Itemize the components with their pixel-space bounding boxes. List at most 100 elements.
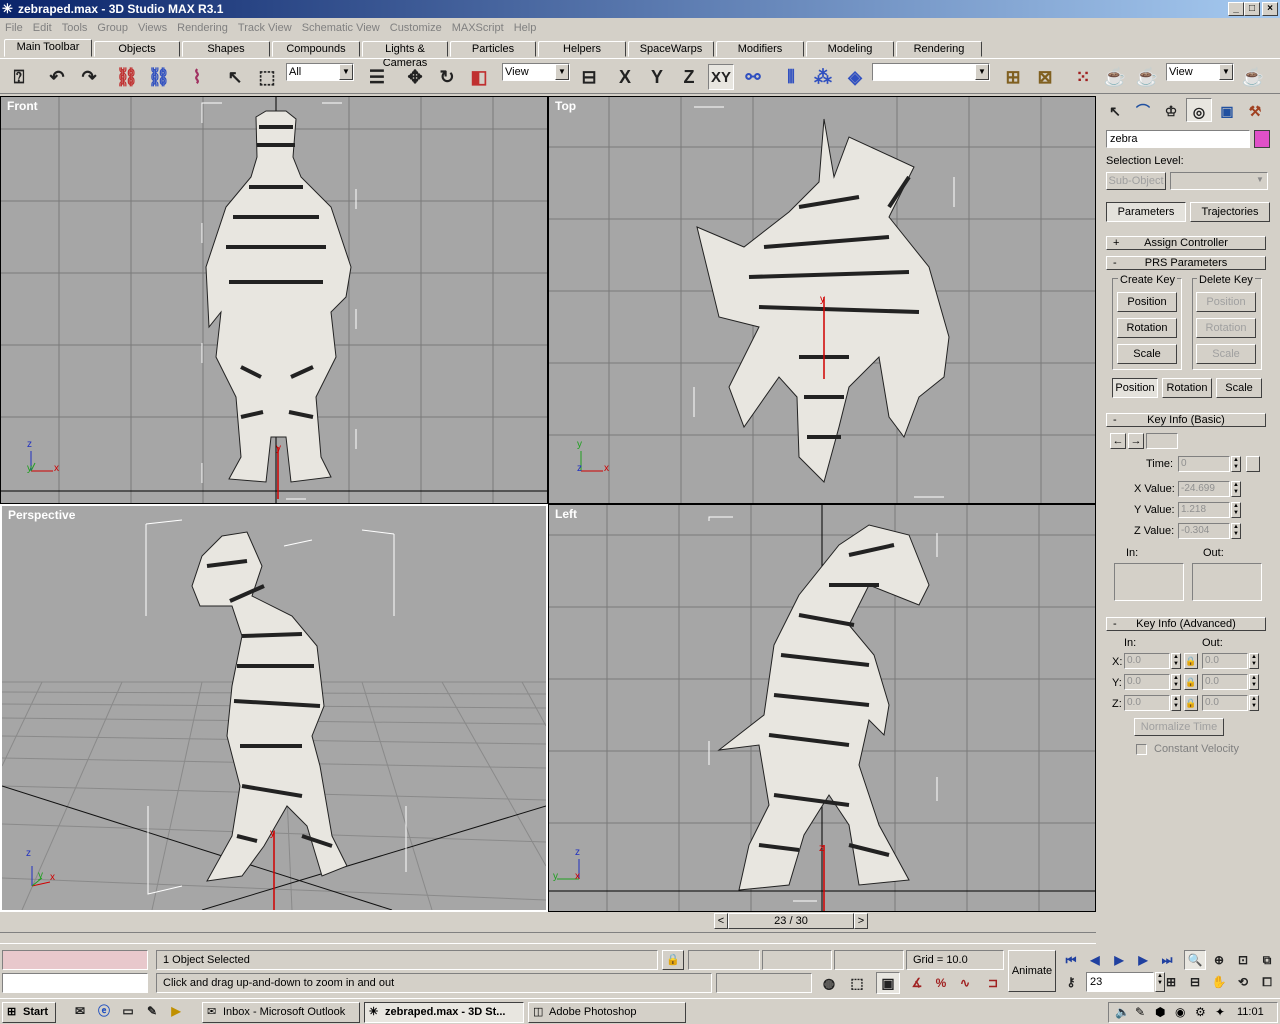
maximize-button[interactable]: □: [1244, 2, 1260, 16]
spinner-arrows-icon[interactable]: ▲ ▼: [1249, 653, 1259, 669]
spinner-arrows-icon[interactable]: ▲ ▼: [1249, 695, 1259, 711]
angle-snap-icon[interactable]: ∡: [906, 972, 928, 994]
out-tangent-button[interactable]: [1192, 563, 1262, 601]
task-outlook[interactable]: ✉ Inbox - Microsoft Outlook: [202, 1002, 360, 1023]
quicklaunch-desktop-icon[interactable]: ▭: [118, 1001, 138, 1021]
key-mode-icon[interactable]: ⚷: [1060, 972, 1082, 992]
track-view-icon[interactable]: ⊞: [1000, 64, 1026, 90]
window-crossing-icon[interactable]: ⊐: [982, 972, 1004, 994]
constant-velocity-checkbox[interactable]: [1136, 744, 1147, 755]
viewport-label[interactable]: Top: [555, 99, 576, 113]
previous-key-button[interactable]: ←: [1110, 433, 1126, 449]
arc-rotate-icon[interactable]: ⟲: [1232, 972, 1254, 992]
delete-scale-key-button[interactable]: Scale: [1196, 344, 1256, 364]
pan-icon[interactable]: ✋: [1208, 972, 1230, 992]
menu-tools[interactable]: Tools: [57, 19, 93, 38]
advanced-x-in-spinner[interactable]: 0.0: [1124, 653, 1170, 669]
play-icon[interactable]: ▶: [1108, 950, 1130, 970]
create-rotation-key-button[interactable]: Rotation: [1117, 318, 1177, 338]
schematic-view-icon[interactable]: ⊠: [1032, 64, 1058, 90]
lock-icon[interactable]: 🔒: [1184, 653, 1198, 669]
scale-track-button[interactable]: Scale: [1216, 378, 1262, 398]
position-track-button[interactable]: Position: [1112, 378, 1158, 398]
current-frame-field[interactable]: 23: [1086, 972, 1154, 992]
spinner-arrows-icon[interactable]: ▲ ▼: [1231, 481, 1241, 497]
tab-rendering[interactable]: Rendering: [896, 41, 982, 57]
tray-app-icon[interactable]: ◉: [1175, 1005, 1185, 1019]
spinner-arrows-icon[interactable]: ▲ ▼: [1171, 674, 1181, 690]
degradation-override-icon[interactable]: ⬚: [846, 972, 868, 994]
quicklaunch-ie-icon[interactable]: ⓔ: [94, 1001, 114, 1021]
spinner-arrows-icon[interactable]: ▲ ▼: [1249, 674, 1259, 690]
spinner-arrows-icon[interactable]: ▲ ▼: [1231, 456, 1241, 472]
quicklaunch-media-icon[interactable]: ▶: [166, 1001, 186, 1021]
time-slider-prev-button[interactable]: <: [714, 913, 728, 929]
tray-app-icon[interactable]: ✦: [1215, 1005, 1225, 1019]
region-zoom-icon[interactable]: ⊟: [1184, 972, 1206, 992]
hierarchy-tab-icon[interactable]: ♔: [1158, 98, 1184, 122]
spinner-arrows-icon[interactable]: ▲ ▼: [1171, 695, 1181, 711]
move-icon[interactable]: ✥: [402, 64, 428, 90]
spinner-snap-icon[interactable]: ∿: [954, 972, 976, 994]
track-bar[interactable]: [0, 932, 1096, 944]
crossing-selection-icon[interactable]: ◍: [818, 972, 840, 994]
restrict-x-button[interactable]: X: [612, 64, 638, 90]
x-coordinate-field[interactable]: [688, 950, 760, 970]
maxscript-input-mini[interactable]: [2, 973, 148, 993]
select-by-name-icon[interactable]: ☰: [364, 64, 390, 90]
redo-icon[interactable]: ↷: [76, 64, 102, 90]
sub-object-dropdown[interactable]: ▼: [1170, 172, 1268, 190]
select-link-icon[interactable]: ⛓: [114, 64, 140, 90]
go-to-start-icon[interactable]: ⏮: [1060, 950, 1082, 970]
quicklaunch-outlook-icon[interactable]: ✉: [70, 1001, 90, 1021]
advanced-x-out-spinner[interactable]: 0.0: [1202, 653, 1248, 669]
tab-spacewarps[interactable]: SpaceWarps: [628, 41, 714, 57]
array-icon[interactable]: ⁂: [810, 64, 836, 90]
zoom-extents-icon[interactable]: ⊡: [1232, 950, 1254, 970]
assign-controller-rollout[interactable]: + Assign Controller: [1106, 236, 1266, 250]
viewport-front[interactable]: y Front z y x: [0, 96, 548, 504]
time-lock-button[interactable]: [1246, 456, 1260, 472]
tab-helpers[interactable]: Helpers: [538, 41, 626, 57]
advanced-y-in-spinner[interactable]: 0.0: [1124, 674, 1170, 690]
prs-parameters-rollout[interactable]: - PRS Parameters: [1106, 256, 1266, 270]
menu-views[interactable]: Views: [133, 19, 172, 38]
select-object-icon[interactable]: ↖: [222, 64, 248, 90]
y-value-spinner[interactable]: 1.218: [1178, 502, 1230, 518]
tab-compounds[interactable]: Compounds: [272, 41, 360, 57]
close-button[interactable]: ×: [1262, 2, 1278, 16]
quicklaunch-tool-icon[interactable]: ✎: [142, 1001, 162, 1021]
task-photoshop[interactable]: ◫ Adobe Photoshop: [528, 1002, 686, 1023]
tray-app-icon[interactable]: ✎: [1135, 1005, 1145, 1019]
menu-track-view[interactable]: Track View: [233, 19, 297, 38]
scale-icon[interactable]: ◧: [466, 64, 492, 90]
restrict-z-button[interactable]: Z: [676, 64, 702, 90]
viewport-perspective[interactable]: y Perspective z y x: [0, 504, 548, 912]
next-key-button[interactable]: →: [1128, 433, 1144, 449]
viewport-label[interactable]: Left: [555, 507, 577, 521]
render-scene-icon[interactable]: ☕: [1102, 64, 1128, 90]
restrict-y-button[interactable]: Y: [644, 64, 670, 90]
undo-icon[interactable]: ↶: [44, 64, 70, 90]
y-coordinate-field[interactable]: [762, 950, 832, 970]
go-to-end-icon[interactable]: ⏭: [1156, 950, 1178, 970]
unlink-icon[interactable]: ⛓: [146, 64, 172, 90]
rotate-icon[interactable]: ↻: [434, 64, 460, 90]
utilities-tab-icon[interactable]: ⚒: [1242, 98, 1268, 122]
create-scale-key-button[interactable]: Scale: [1117, 344, 1177, 364]
key-info-advanced-rollout[interactable]: - Key Info (Advanced): [1106, 617, 1266, 631]
zoom-extents-all-icon[interactable]: ⧉: [1256, 950, 1278, 970]
menu-group[interactable]: Group: [92, 19, 133, 38]
tab-lights-cameras[interactable]: Lights & Cameras: [362, 41, 448, 69]
key-info-basic-rollout[interactable]: - Key Info (Basic): [1106, 413, 1266, 427]
minimize-button[interactable]: _: [1228, 2, 1244, 16]
start-button[interactable]: ⊞ Start: [2, 1002, 56, 1023]
tray-app-icon[interactable]: ⬢: [1155, 1005, 1165, 1019]
create-tab-icon[interactable]: ↖: [1102, 98, 1128, 122]
z-value-spinner[interactable]: -0.304: [1178, 523, 1230, 539]
menu-maxscript[interactable]: MAXScript: [447, 19, 509, 38]
next-frame-icon[interactable]: ▶: [1132, 950, 1154, 970]
quick-render-icon[interactable]: ☕: [1134, 64, 1160, 90]
viewport-label[interactable]: Front: [7, 99, 38, 113]
render-type-dropdown[interactable]: View ▼: [1166, 63, 1234, 81]
